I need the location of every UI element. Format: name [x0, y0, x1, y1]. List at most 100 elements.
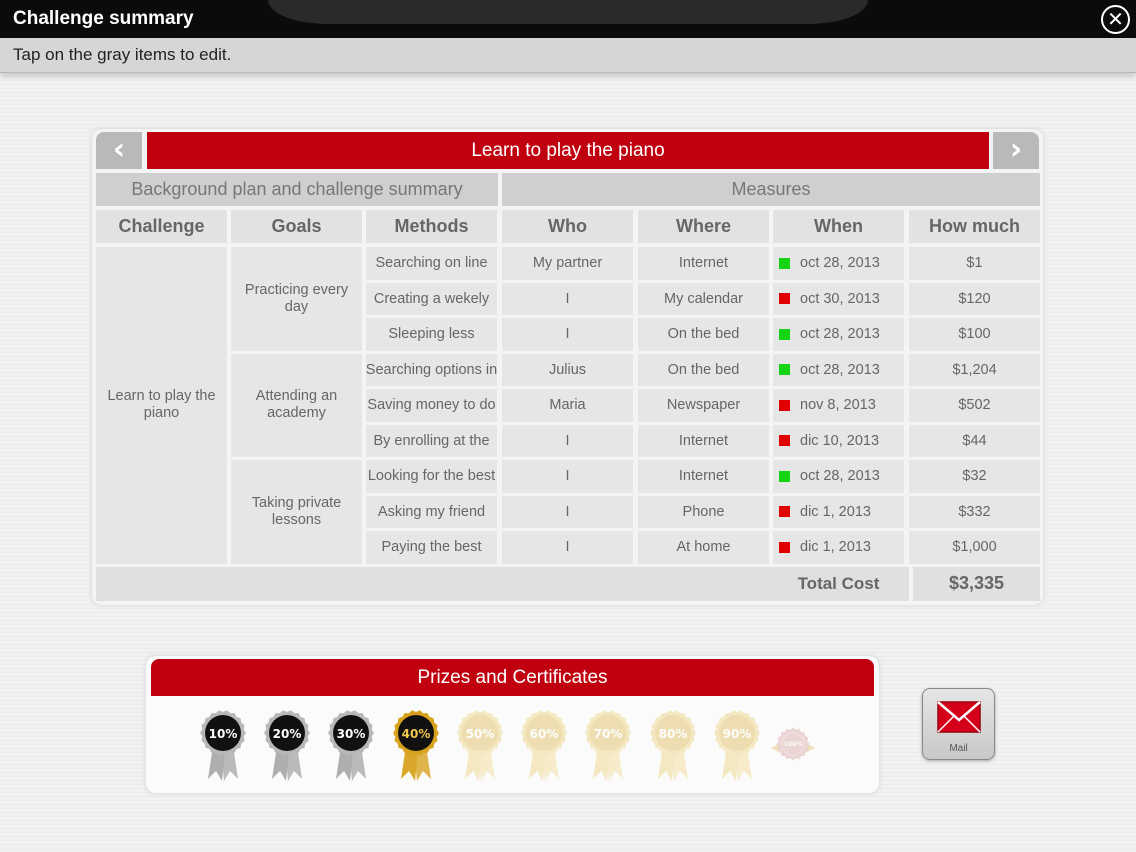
- where-cell[interactable]: At home: [638, 531, 769, 564]
- column-header-when: When: [773, 210, 904, 243]
- how-much-cell[interactable]: $502: [909, 389, 1040, 422]
- where-cell[interactable]: My calendar: [638, 282, 769, 315]
- column-header-goals: Goals: [231, 210, 362, 243]
- when-date: oct 28, 2013: [800, 468, 880, 485]
- where-cell[interactable]: Internet: [638, 247, 769, 280]
- hint-text: Tap on the gray items to edit.: [13, 45, 232, 64]
- next-challenge-button[interactable]: ›: [993, 132, 1039, 169]
- method-cell[interactable]: Looking for the best: [366, 460, 497, 493]
- close-icon[interactable]: ✕: [1101, 5, 1130, 34]
- when-date: dic 1, 2013: [800, 539, 871, 556]
- how-much-cell[interactable]: $332: [909, 495, 1040, 528]
- when-cell[interactable]: dic 1, 2013: [773, 531, 904, 564]
- when-cell[interactable]: oct 28, 2013: [773, 318, 904, 351]
- when-cell[interactable]: dic 10, 2013: [773, 424, 904, 457]
- how-much-cell[interactable]: $44: [909, 424, 1040, 457]
- who-cell[interactable]: Maria: [502, 389, 633, 422]
- status-indicator: [779, 470, 790, 482]
- status-indicator: [779, 541, 790, 553]
- mail-button[interactable]: Mail: [922, 688, 995, 760]
- medal-label: 40%: [402, 727, 431, 741]
- who-cell[interactable]: Julius: [502, 353, 633, 386]
- where-cell[interactable]: On the bed: [638, 318, 769, 351]
- challenge-panel: ‹ Learn to play the piano › Background p…: [92, 129, 1043, 605]
- where-cell[interactable]: On the bed: [638, 353, 769, 386]
- chevron-left-icon: ‹: [112, 132, 126, 167]
- when-cell[interactable]: dic 1, 2013: [773, 495, 904, 528]
- when-date: oct 28, 2013: [800, 255, 880, 272]
- where-cell[interactable]: Internet: [638, 460, 769, 493]
- method-cell[interactable]: Paying the best: [366, 531, 497, 564]
- column-header-how-much: How much: [909, 210, 1040, 243]
- when-cell[interactable]: oct 30, 2013: [773, 282, 904, 315]
- method-cell[interactable]: Asking my friend: [366, 495, 497, 528]
- how-much-cell[interactable]: $1,000: [909, 531, 1040, 564]
- goal-cell[interactable]: Attending an academy: [231, 353, 362, 457]
- how-much-cell[interactable]: $1: [909, 247, 1040, 280]
- medal-100-icon[interactable]: 100%: [768, 709, 818, 784]
- prizes-title: Prizes and Certificates: [151, 659, 874, 696]
- status-indicator: [779, 435, 790, 447]
- prev-challenge-button[interactable]: ‹: [96, 132, 142, 169]
- where-cell[interactable]: Phone: [638, 495, 769, 528]
- who-cell[interactable]: I: [502, 460, 633, 493]
- when-date: nov 8, 2013: [800, 397, 876, 414]
- column-header-who: Who: [502, 210, 633, 243]
- when-cell[interactable]: oct 28, 2013: [773, 353, 904, 386]
- section-header-background: Background plan and challenge summary: [96, 173, 498, 206]
- method-cell[interactable]: Saving money to do: [366, 389, 497, 422]
- medal-label: 60%: [530, 727, 559, 741]
- medal-70-icon[interactable]: 70%: [583, 709, 633, 784]
- when-cell[interactable]: oct 28, 2013: [773, 460, 904, 493]
- when-cell[interactable]: nov 8, 2013: [773, 389, 904, 422]
- who-cell[interactable]: I: [502, 318, 633, 351]
- medal-20-icon[interactable]: 20%: [262, 709, 312, 784]
- medal-label: 100%: [784, 741, 803, 748]
- medal-30-icon[interactable]: 30%: [326, 709, 376, 784]
- where-cell[interactable]: Internet: [638, 424, 769, 457]
- how-much-cell[interactable]: $120: [909, 282, 1040, 315]
- how-much-cell[interactable]: $32: [909, 460, 1040, 493]
- medal-50-icon[interactable]: 50%: [455, 709, 505, 784]
- goal-cell[interactable]: Practicing every day: [231, 247, 362, 351]
- when-cell[interactable]: oct 28, 2013: [773, 247, 904, 280]
- challenge-cell[interactable]: Learn to play the piano: [96, 247, 227, 564]
- status-indicator: [779, 328, 790, 340]
- who-cell[interactable]: I: [502, 424, 633, 457]
- when-date: dic 10, 2013: [800, 432, 880, 449]
- page-title: Challenge summary: [13, 8, 194, 29]
- medal-label: 90%: [723, 727, 752, 741]
- goal-cell[interactable]: Taking private lessons: [231, 460, 362, 564]
- when-date: oct 28, 2013: [800, 361, 880, 378]
- medal-label: 50%: [466, 727, 495, 741]
- method-cell[interactable]: Creating a wekely: [366, 282, 497, 315]
- hint-bar: Tap on the gray items to edit.: [0, 38, 1136, 73]
- status-indicator: [779, 506, 790, 518]
- method-cell[interactable]: Searching options in: [366, 353, 497, 386]
- medal-label: 20%: [273, 727, 302, 741]
- medal-60-icon[interactable]: 60%: [519, 709, 569, 784]
- status-indicator: [779, 399, 790, 411]
- top-notch: [268, 0, 868, 24]
- total-cost-value: $3,335: [909, 566, 1040, 601]
- method-cell[interactable]: Searching on line: [366, 247, 497, 280]
- who-cell[interactable]: I: [502, 531, 633, 564]
- method-cell[interactable]: Sleeping less: [366, 318, 497, 351]
- who-cell[interactable]: I: [502, 282, 633, 315]
- how-much-cell[interactable]: $100: [909, 318, 1040, 351]
- medal-10-icon[interactable]: 10%: [198, 709, 248, 784]
- how-much-cell[interactable]: $1,204: [909, 353, 1040, 386]
- where-cell[interactable]: Newspaper: [638, 389, 769, 422]
- challenge-title[interactable]: Learn to play the piano: [147, 132, 989, 169]
- method-cell[interactable]: By enrolling at the: [366, 424, 497, 457]
- medal-90-icon[interactable]: 90%: [712, 709, 762, 784]
- medal-label: 30%: [337, 727, 366, 741]
- medal-label: 10%: [209, 727, 238, 741]
- medal-80-icon[interactable]: 80%: [648, 709, 698, 784]
- column-header-methods: Methods: [366, 210, 497, 243]
- who-cell[interactable]: I: [502, 495, 633, 528]
- column-header-challenge: Challenge: [96, 210, 227, 243]
- when-date: dic 1, 2013: [800, 503, 871, 520]
- who-cell[interactable]: My partner: [502, 247, 633, 280]
- medal-40-icon[interactable]: 40%: [391, 709, 441, 784]
